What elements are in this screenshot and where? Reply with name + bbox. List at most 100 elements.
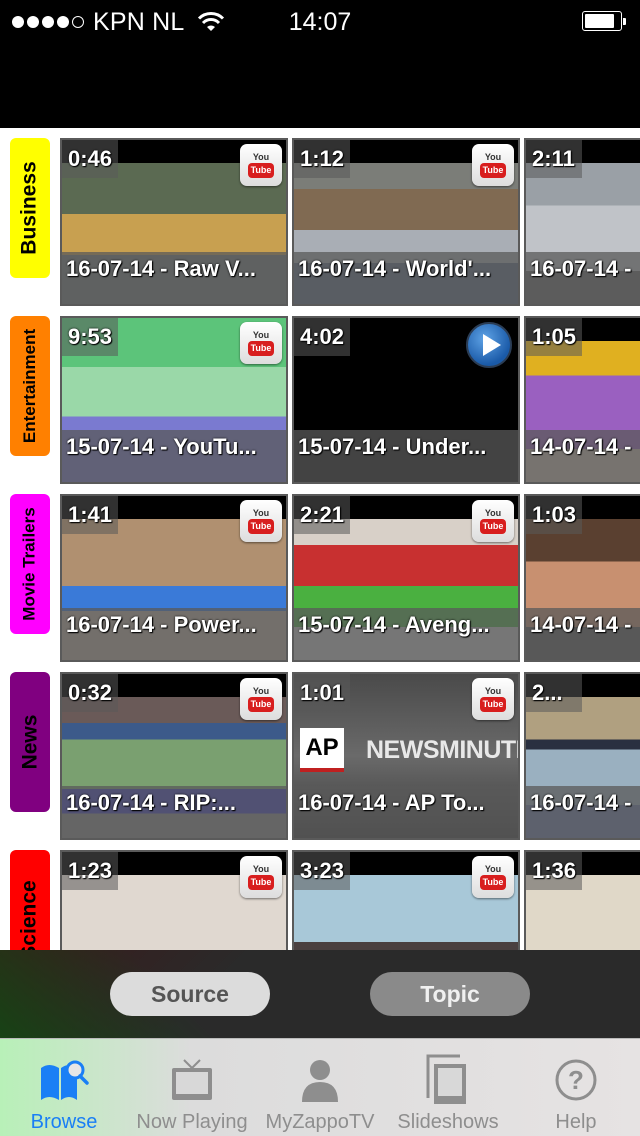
video-duration: 1:01: [294, 674, 351, 712]
category-label-text: Movie Trailers: [20, 507, 40, 621]
video-title: 14-07-14 -: [526, 430, 640, 482]
youtube-tube-text: Tube: [479, 875, 507, 890]
category-label[interactable]: Entertainment: [10, 316, 50, 456]
status-bar: KPN NL 14:07: [0, 0, 640, 128]
video-tile[interactable]: 9:53 You Tube 15-07-14 - YouTu...: [60, 316, 288, 484]
video-title: 16-07-14 - AP To...: [294, 786, 518, 838]
video-tile[interactable]: 2:21 You Tube 15-07-14 - Aveng...: [292, 494, 520, 662]
category-label-text: News: [18, 714, 42, 770]
video-duration: 1:03: [526, 496, 583, 534]
youtube-icon: You Tube: [472, 856, 514, 898]
video-tile[interactable]: 2:11 16-07-14 -: [524, 138, 640, 306]
video-duration: 1:36: [526, 852, 583, 890]
tab-slideshows[interactable]: Slideshows: [384, 1039, 512, 1136]
tab-bar: Browse Now Playing MyZappoTV Slideshows …: [0, 1038, 640, 1136]
category-label-text: Entertainment: [20, 328, 40, 444]
play-icon: [466, 322, 512, 368]
video-duration: 1:23: [62, 852, 119, 890]
person-icon: [295, 1053, 345, 1107]
battery-tip: [623, 17, 626, 25]
youtube-tube-text: Tube: [479, 519, 507, 534]
tab-label: MyZappoTV: [265, 1111, 375, 1133]
video-thumbnail: 1:12 You Tube 16-07-14 - World'...: [294, 140, 518, 304]
youtube-you-text: You: [484, 864, 502, 874]
video-tile[interactable]: 1:23 You Tube: [60, 850, 288, 950]
video-tile[interactable]: 2... 16-07-14 -: [524, 672, 640, 840]
video-thumbnail: AP NEWSMINUTE 1:01 You Tube 16-07-14 - AP To.…: [294, 674, 518, 838]
youtube-you-text: You: [484, 686, 502, 696]
video-tile[interactable]: AP NEWSMINUTE 1:01 You Tube 16-07-14 - AP To.…: [292, 672, 520, 840]
video-duration: 1:41: [62, 496, 119, 534]
browse-icon: [39, 1053, 89, 1107]
tab-myzappotv[interactable]: MyZappoTV: [256, 1039, 384, 1136]
youtube-you-text: You: [484, 508, 502, 518]
youtube-tube-text: Tube: [247, 163, 275, 178]
video-tile[interactable]: 1:36: [524, 850, 640, 950]
video-duration: 1:12: [294, 140, 351, 178]
youtube-you-text: You: [252, 508, 270, 518]
category-label[interactable]: Movie Trailers: [10, 494, 50, 634]
video-tile[interactable]: 1:41 You Tube 16-07-14 - Power...: [60, 494, 288, 662]
youtube-icon: You Tube: [240, 144, 282, 186]
topic-button[interactable]: Topic: [370, 972, 530, 1016]
youtube-tube-text: Tube: [247, 519, 275, 534]
video-title: 15-07-14 - YouTu...: [62, 430, 286, 482]
category-label[interactable]: Business: [10, 138, 50, 278]
tab-help[interactable]: ? Help: [512, 1039, 640, 1136]
video-grid[interactable]: Business 0:46 You Tube 16-07-14 - Raw V... 1:…: [0, 128, 640, 950]
video-duration: 4:02: [294, 318, 351, 356]
video-title: 16-07-14 -: [526, 786, 640, 838]
video-duration: 2:21: [294, 496, 351, 534]
video-tile[interactable]: 4:02 15-07-14 - Under...: [292, 316, 520, 484]
source-button[interactable]: Source: [110, 972, 270, 1016]
category-label[interactable]: News: [10, 672, 50, 812]
help-icon: ?: [551, 1053, 601, 1107]
tab-label: Help: [555, 1111, 597, 1133]
video-thumbnail: 3:23 You Tube: [294, 852, 518, 950]
youtube-icon: You Tube: [240, 322, 282, 364]
video-thumbnail: 0:46 You Tube 16-07-14 - Raw V...: [62, 140, 286, 304]
video-thumbnail: 2:21 You Tube 15-07-14 - Aveng...: [294, 496, 518, 660]
category-row: Science 1:23 You Tube 3:23 You Tube 1:36: [0, 840, 640, 950]
youtube-tube-text: Tube: [247, 697, 275, 712]
ap-logo: AP: [300, 728, 344, 772]
video-tile[interactable]: 3:23 You Tube: [292, 850, 520, 950]
youtube-tube-text: Tube: [247, 875, 275, 890]
video-duration: 0:32: [62, 674, 119, 712]
video-tile[interactable]: 0:32 You Tube 16-07-14 - RIP:...: [60, 672, 288, 840]
clock: 14:07: [288, 8, 352, 36]
video-tile[interactable]: 1:12 You Tube 16-07-14 - World'...: [292, 138, 520, 306]
source-topic-bar: Source Topic: [0, 950, 640, 1038]
video-duration: 3:23: [294, 852, 351, 890]
youtube-tube-text: Tube: [479, 163, 507, 178]
video-thumbnail: 1:36: [526, 852, 640, 950]
battery-body: [582, 11, 622, 31]
video-thumbnail: 1:23 You Tube: [62, 852, 286, 950]
youtube-icon: You Tube: [472, 144, 514, 186]
tab-label: Now Playing: [136, 1111, 248, 1133]
youtube-you-text: You: [252, 686, 270, 696]
youtube-icon: You Tube: [240, 678, 282, 720]
video-duration: 0:46: [62, 140, 119, 178]
video-thumbnail: 4:02 15-07-14 - Under...: [294, 318, 518, 482]
video-duration: 1:05: [526, 318, 583, 356]
slides-icon: [423, 1053, 473, 1107]
category-row: News 0:32 You Tube 16-07-14 - RIP:... AP NEWSM…: [0, 662, 640, 840]
newsminute-text: NEWSMINUTE: [366, 736, 518, 764]
battery-icon: [582, 11, 626, 31]
tab-now-playing[interactable]: Now Playing: [128, 1039, 256, 1136]
tab-label: Slideshows: [397, 1111, 499, 1133]
battery-fill: [585, 14, 614, 28]
video-tile[interactable]: 1:03 14-07-14 -: [524, 494, 640, 662]
video-title: 15-07-14 - Aveng...: [294, 608, 518, 660]
youtube-tube-text: Tube: [247, 341, 275, 356]
tab-browse[interactable]: Browse: [0, 1039, 128, 1136]
category-row: Movie Trailers 1:41 You Tube 16-07-14 - Powe…: [0, 484, 640, 662]
video-thumbnail: 1:41 You Tube 16-07-14 - Power...: [62, 496, 286, 660]
video-duration: 2...: [526, 674, 582, 712]
video-tile[interactable]: 1:05 14-07-14 -: [524, 316, 640, 484]
video-title: 16-07-14 -: [526, 252, 640, 304]
video-tile[interactable]: 0:46 You Tube 16-07-14 - Raw V...: [60, 138, 288, 306]
youtube-you-text: You: [252, 330, 270, 340]
category-label[interactable]: Science: [10, 850, 50, 950]
